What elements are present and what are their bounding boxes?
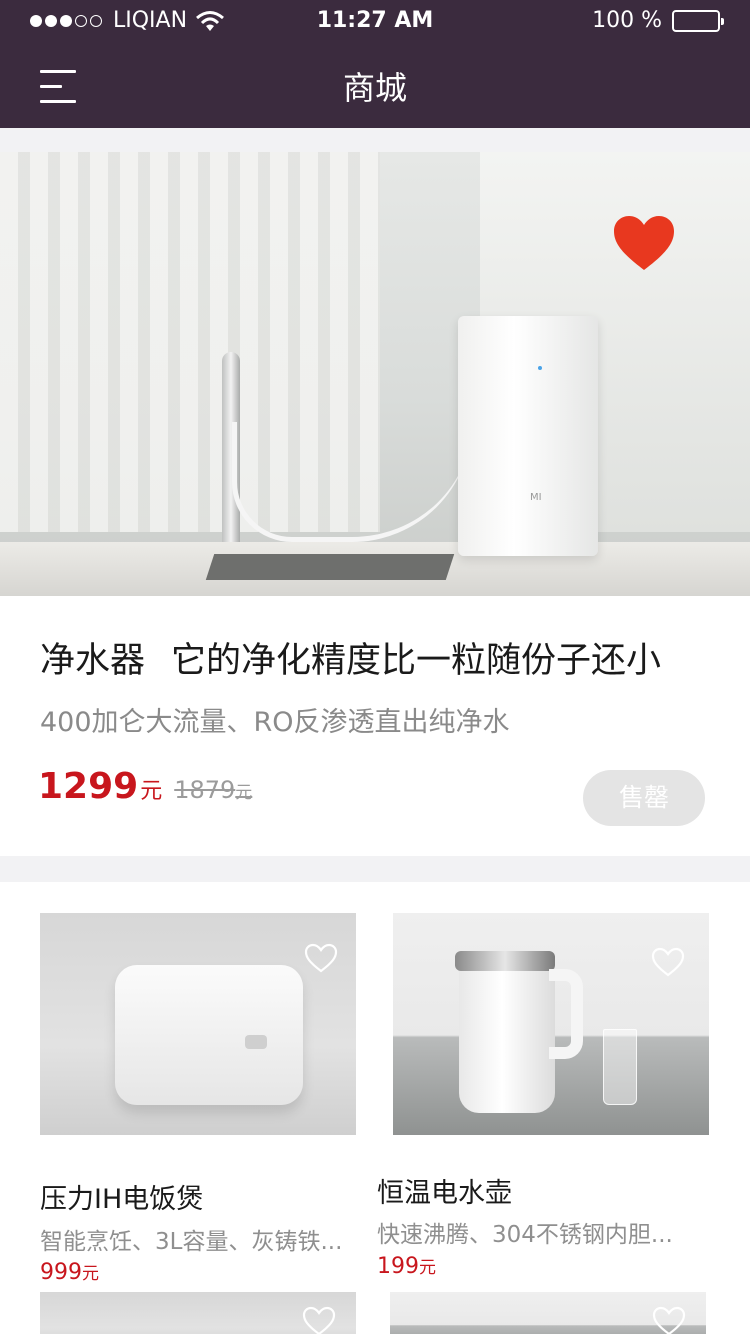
kettle-lid-graphic [455,951,555,971]
status-bar: LIQIAN 11:27 AM 100 % [0,0,750,46]
featured-product-image[interactable]: MI [0,152,750,596]
nav-bar: 商城 [0,46,750,128]
product-desc: 智能烹饪、3L容量、灰铸铁... [40,1229,343,1255]
product-grid: 压力IH电饭煲 智能烹饪、3L容量、灰铸铁... 999元 恒温电水壶 快速沸腾… [0,882,750,1334]
featured-tagline: 它的净化精度比一粒随份子还小 [171,641,662,681]
old-price-value: 1879 [174,776,236,804]
status-right: 100 % [592,8,724,33]
rice-cooker-graphic [115,965,303,1105]
product-image-kettle[interactable] [393,913,709,1135]
heart-outline-icon[interactable] [652,1306,686,1334]
sold-out-button[interactable]: 售罄 [583,770,705,826]
product-price: 999元 [40,1259,99,1285]
purifier-led [538,366,542,370]
kettle-graphic [459,953,555,1113]
battery-icon [672,9,724,32]
featured-product-card[interactable]: MI 净水器 它的净化精度比一粒随份子还小 400加仑大流量、RO反渗透直出纯净水… [0,152,750,856]
heart-outline-icon[interactable] [304,943,338,973]
product-price: 199元 [377,1253,436,1279]
product-price-value: 999 [40,1260,82,1285]
featured-subtitle: 400加仑大流量、RO反渗透直出纯净水 [40,707,510,738]
glass-graphic [603,1029,637,1105]
water-purifier-graphic: MI [458,316,598,556]
product-price-value: 199 [377,1254,419,1279]
old-price-unit: 元 [235,783,253,803]
heart-filled-icon[interactable] [612,214,676,272]
product-title: 恒温电水壶 [377,1178,512,1209]
product-image-partial[interactable] [390,1292,706,1334]
battery-percent: 100 % [592,8,662,33]
app-header: LIQIAN 11:27 AM 100 % 商城 [0,0,750,128]
product-price-unit: 元 [82,1264,99,1284]
heart-outline-icon[interactable] [302,1306,336,1334]
kettle-handle-graphic [549,969,583,1059]
product-image-rice-cooker[interactable] [40,913,356,1135]
featured-price-row: 1299 元 1879元 [38,766,252,807]
featured-price-unit: 元 [140,779,163,804]
featured-price: 1299 [38,766,139,807]
featured-name: 净水器 [40,641,146,681]
featured-title: 净水器 它的净化精度比一粒随份子还小 [40,632,661,683]
sink-graphic [205,554,455,580]
heart-outline-icon[interactable] [651,947,685,977]
product-price-unit: 元 [419,1258,436,1278]
product-desc: 快速沸腾、304不锈钢内胆... [377,1222,673,1248]
page-title: 商城 [342,69,407,107]
product-image-partial[interactable] [40,1292,356,1334]
product-title: 压力IH电饭煲 [40,1184,204,1215]
hose-graphic [232,422,472,542]
purifier-logo: MI [530,492,542,503]
featured-old-price: 1879元 [174,776,252,804]
